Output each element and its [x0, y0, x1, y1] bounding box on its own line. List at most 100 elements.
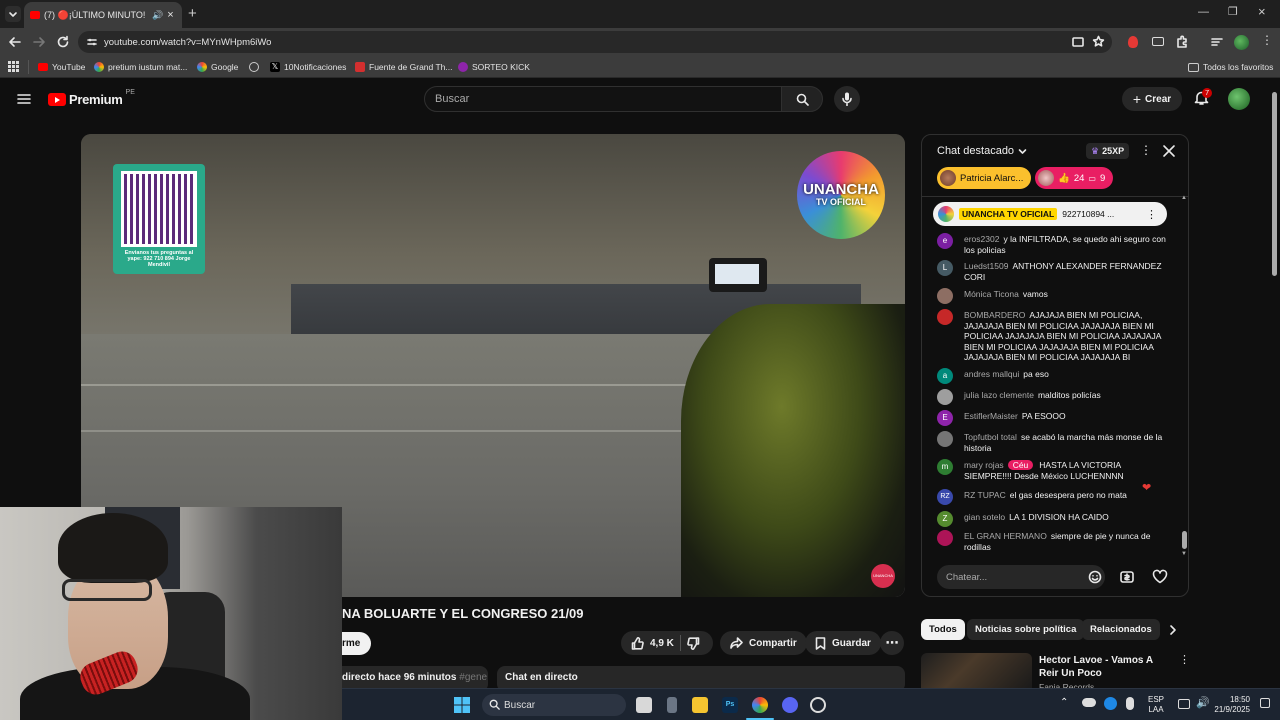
filter-politica[interactable]: Noticias sobre política	[967, 619, 1085, 640]
network-icon[interactable]	[1178, 699, 1190, 709]
tray-chevron-icon[interactable]: ⌃	[1060, 697, 1068, 708]
more-vertical-icon[interactable]: ⋮	[1179, 653, 1190, 666]
extension-icon[interactable]	[1128, 36, 1138, 48]
new-tab-button[interactable]: +	[188, 5, 197, 22]
all-favorites-folder[interactable]: Todos los favoritos	[1188, 60, 1273, 74]
chat-scrollbar[interactable]: ▲ ▼	[1180, 195, 1188, 560]
task-view-icon[interactable]	[636, 697, 652, 713]
photoshop-icon[interactable]: Ps	[722, 697, 738, 713]
bookmark-10notificaciones[interactable]: 𝕏 10Notificaciones	[270, 60, 346, 74]
notification-center-icon[interactable]	[1260, 698, 1270, 708]
reading-list-icon[interactable]	[1210, 35, 1224, 49]
save-button[interactable]: Guardar	[805, 631, 881, 655]
puzzle-extensions-icon[interactable]	[1175, 35, 1189, 49]
search-input[interactable]: Buscar	[424, 86, 782, 112]
bookmark-youtube[interactable]: YouTube	[38, 60, 85, 74]
tab-search-button[interactable]	[5, 6, 21, 22]
tray-app-icon[interactable]	[1104, 697, 1117, 710]
microphone-icon	[842, 92, 852, 106]
thumbs-down-icon[interactable]	[687, 636, 700, 650]
super-chat-icon[interactable]	[1120, 571, 1134, 583]
minimize-button[interactable]: —	[1198, 6, 1209, 18]
scroll-up-icon[interactable]: ▲	[1181, 195, 1187, 201]
restore-button[interactable]: ❐	[1228, 5, 1238, 18]
bookmarks-bar: YouTube pretium iustum mat... Google 𝕏 10…	[0, 56, 1280, 78]
bookmark-pretium[interactable]: pretium iustum mat...	[94, 60, 187, 74]
close-icon[interactable]	[1162, 144, 1176, 158]
pinned-text: 922710894 ...	[1062, 209, 1115, 219]
avatar	[940, 170, 956, 186]
onedrive-icon[interactable]	[1082, 698, 1096, 707]
profile-avatar[interactable]	[1234, 35, 1249, 50]
microphone-tray-icon[interactable]	[1126, 697, 1134, 710]
avatar: m	[937, 459, 953, 475]
scroll-down-icon[interactable]: ▼	[1181, 551, 1187, 557]
related-thumbnail[interactable]	[921, 653, 1032, 689]
app-icon[interactable]	[667, 697, 677, 713]
bookmark-google[interactable]: Google	[197, 60, 238, 74]
unancha-brand: UNANCHA	[803, 180, 879, 198]
create-button[interactable]: + Crear	[1122, 87, 1182, 111]
xp-badge[interactable]: ♛ 25XP	[1086, 143, 1130, 159]
bookmark-globe[interactable]	[249, 60, 259, 74]
system-clock[interactable]: 18:50 21/9/2025	[1214, 695, 1250, 715]
description-hashtag[interactable]: #gene	[459, 672, 487, 683]
chat-input[interactable]: Chatear...	[937, 565, 1105, 589]
pinned-menu-icon[interactable]: ⋮	[1146, 208, 1157, 221]
discord-icon[interactable]	[782, 697, 798, 713]
scroll-thumb[interactable]	[1182, 531, 1187, 549]
youtube-premium-logo[interactable]: Premium PE	[48, 89, 135, 107]
chevron-right-icon[interactable]	[1168, 624, 1178, 636]
crown-icon: ♛	[1091, 145, 1100, 156]
apps-grid-icon[interactable]	[8, 61, 19, 72]
hamburger-menu-icon[interactable]	[17, 92, 31, 106]
browser-menu-icon[interactable]: ⋮	[1261, 33, 1273, 47]
emoji-icon[interactable]	[1088, 570, 1102, 584]
channel-watermark[interactable]: UNANCHA	[871, 564, 895, 588]
filter-relacionados[interactable]: Relacionados	[1082, 619, 1160, 640]
voice-search-button[interactable]	[834, 86, 860, 112]
browser-tab[interactable]: (7) 🔴¡ÚLTIMO MINUTO! M 🔊 ×	[24, 2, 182, 28]
avatar: Z	[937, 511, 953, 527]
taskbar-search[interactable]: Buscar	[482, 694, 626, 716]
account-avatar[interactable]	[1228, 88, 1250, 110]
back-arrow-icon[interactable]	[8, 35, 22, 49]
language-indicator[interactable]: ESP LAA	[1148, 695, 1164, 715]
search-button[interactable]	[781, 86, 823, 112]
reload-icon[interactable]	[56, 35, 70, 49]
bookmark-grand-theft[interactable]: Fuente de Grand Th...	[355, 60, 452, 74]
tab-title: (7) 🔴¡ÚLTIMO MINUTO! M	[44, 9, 148, 20]
top-supporter-chip[interactable]: Patricia Alarc...	[937, 167, 1032, 189]
notifications-button[interactable]: 7	[1194, 88, 1213, 111]
video-title: NA BOLUARTE Y EL CONGRESO 21/09	[342, 606, 584, 621]
address-bar[interactable]: youtube.com/watch?v=MYnWHpm6iWo	[78, 31, 1112, 53]
chat-author: Mónica Ticona	[964, 289, 1019, 299]
more-actions-button[interactable]: ⋯	[880, 631, 904, 655]
page-scroll-thumb[interactable]	[1272, 92, 1277, 276]
app-icon[interactable]	[810, 697, 826, 713]
bookmark-sorteo-kick[interactable]: SORTEO KICK	[458, 60, 530, 74]
window-close-button[interactable]: ×	[1258, 4, 1266, 19]
chat-menu-icon[interactable]: ⋮	[1140, 143, 1152, 157]
avatar	[937, 389, 953, 405]
install-app-icon[interactable]	[1072, 36, 1084, 48]
pinned-message[interactable]: UNANCHA TV OFICIAL 922710894 ... ⋮	[933, 202, 1167, 226]
site-info-icon[interactable]	[86, 36, 98, 48]
share-button[interactable]: Compartir	[720, 631, 807, 655]
heart-icon[interactable]	[1152, 569, 1168, 584]
chrome-icon[interactable]	[752, 697, 768, 713]
windows-start-icon[interactable]	[454, 697, 470, 713]
filter-todos[interactable]: Todos	[921, 619, 965, 640]
engagement-chip[interactable]: 👍 24 ▭ 9	[1035, 167, 1114, 189]
volume-icon[interactable]: 🔊	[1196, 696, 1210, 709]
file-explorer-icon[interactable]	[692, 697, 708, 713]
browser-toolbar: youtube.com/watch?v=MYnWHpm6iWo ⋮	[0, 28, 1280, 56]
extension-icon[interactable]	[1152, 37, 1164, 46]
chat-mode-selector[interactable]: Chat destacado	[937, 145, 1027, 157]
bookmark-star-icon[interactable]	[1092, 35, 1105, 48]
tab-close-icon[interactable]: ×	[167, 9, 173, 21]
like-button[interactable]: 4,9 K	[631, 636, 674, 650]
forward-arrow-icon[interactable]	[32, 35, 46, 49]
related-video[interactable]: Hector Lavoe - Vamos A Reir Un Poco Fani…	[921, 653, 1190, 692]
related-title[interactable]: Hector Lavoe - Vamos A Reir Un Poco	[1039, 654, 1174, 680]
